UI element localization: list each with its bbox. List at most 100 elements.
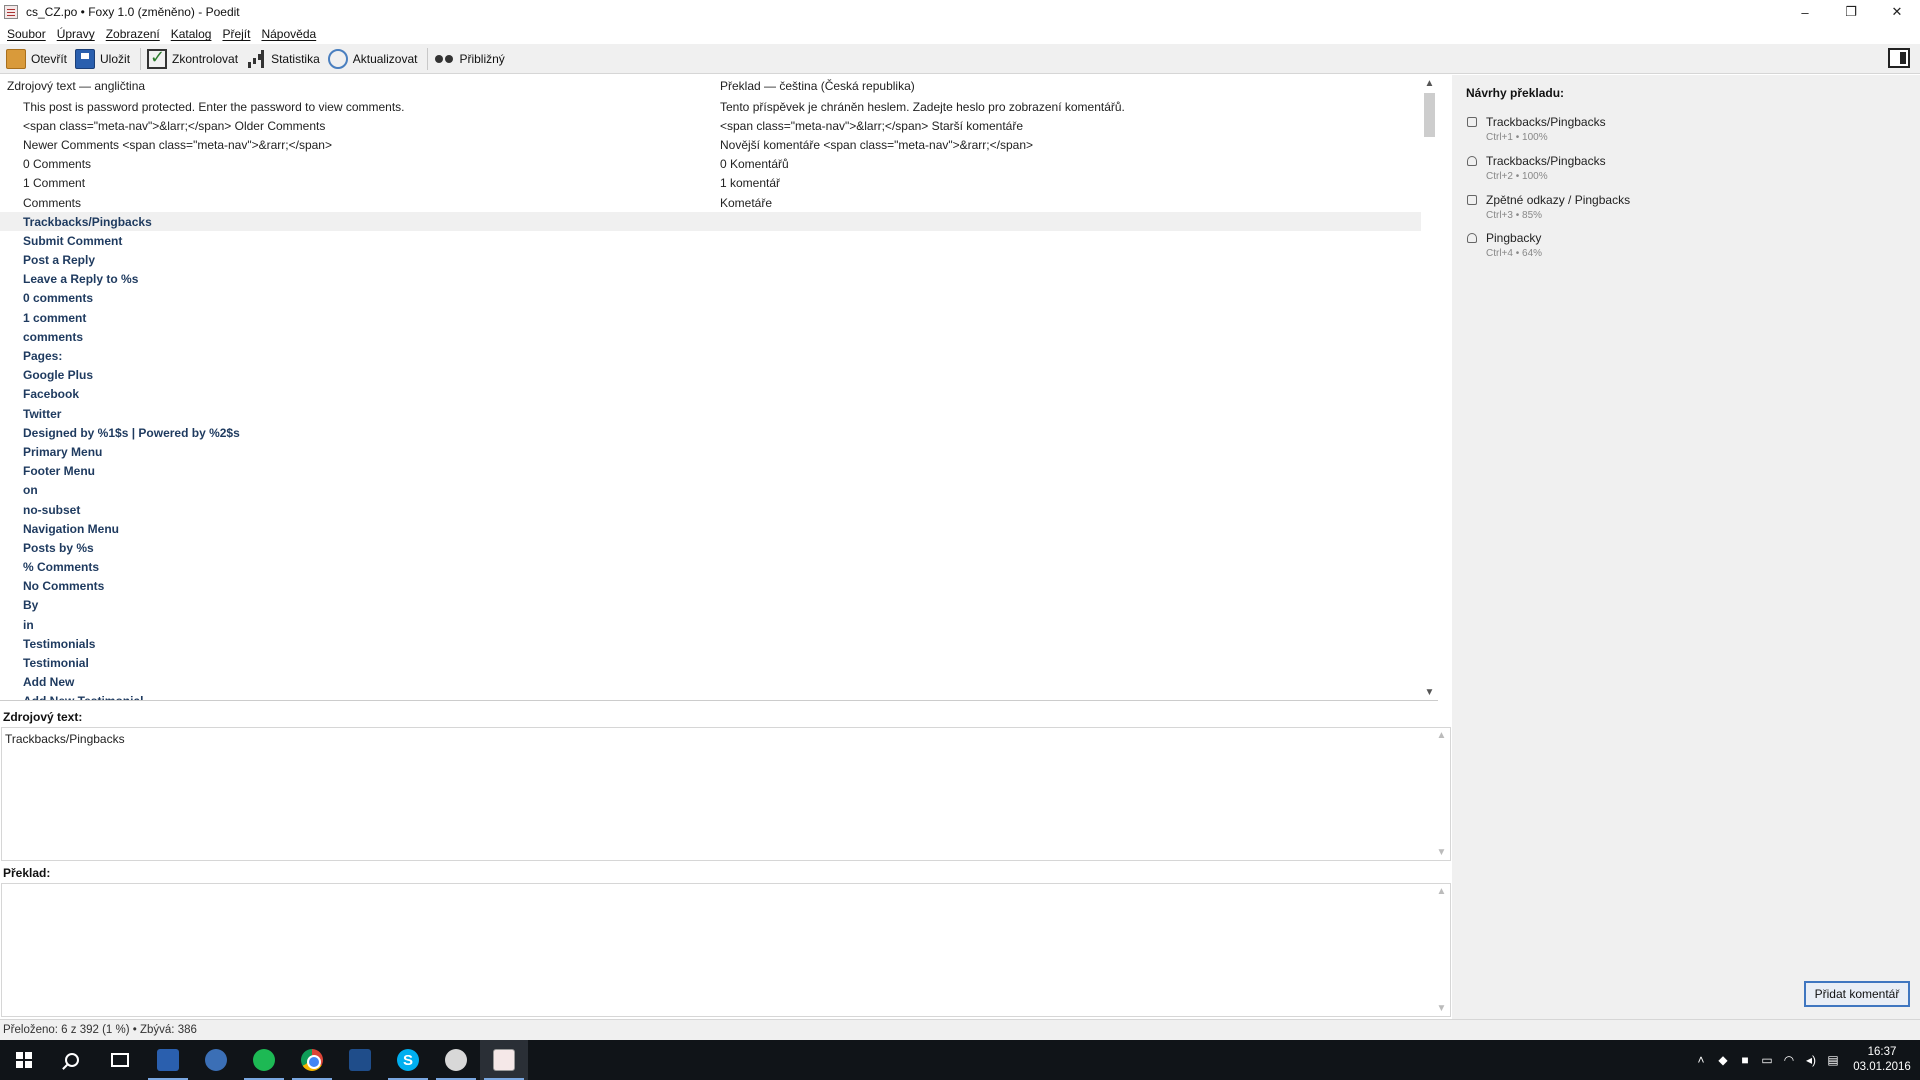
table-row[interactable]: Newer Comments <span class="meta-nav">&r… (0, 135, 1428, 154)
list-rows: This post is password protected. Enter t… (0, 97, 1438, 700)
taskbar-app-poedit[interactable] (480, 1040, 528, 1080)
table-row[interactable]: on (0, 481, 1428, 500)
table-row[interactable]: no-subset (0, 500, 1428, 519)
suggestion-meta: Ctrl+4 • 64% (1486, 248, 1543, 259)
tray-notifications-icon[interactable]: ▤ (1822, 1040, 1844, 1080)
taskbar-app-spotify[interactable] (240, 1040, 288, 1080)
table-row[interactable]: Twitter (0, 404, 1428, 423)
source-cell: % Comments (23, 560, 100, 575)
list-scrollbar[interactable]: ▲ ▼ (1421, 75, 1438, 700)
search-button[interactable] (48, 1040, 96, 1080)
source-cell: Primary Menu (23, 444, 103, 459)
restore-button[interactable]: ❐ (1828, 0, 1874, 24)
table-row[interactable]: 0 Comments 0 Komentářů (0, 155, 1428, 174)
translation-input[interactable]: ▲ ▼ (1, 883, 1451, 1017)
taskbar-app-chrome[interactable] (288, 1040, 336, 1080)
table-row[interactable]: Navigation Menu (0, 519, 1428, 538)
bar-chart-icon (246, 49, 266, 69)
suggestion-meta: Ctrl+2 • 100% (1486, 171, 1548, 182)
scroll-up-icon[interactable]: ▲ (1433, 886, 1450, 897)
table-row[interactable]: Add New (0, 673, 1428, 692)
table-row[interactable]: Facebook (0, 385, 1428, 404)
translation-list[interactable]: Zdrojový text — angličtina Překlad — češ… (0, 75, 1438, 701)
menu-view[interactable]: Zobrazení (106, 27, 160, 41)
window-controls: – ❐ ✕ (1782, 0, 1920, 24)
open-label: Otevřít (31, 51, 68, 66)
close-button[interactable]: ✕ (1874, 0, 1920, 24)
source-scrollbar[interactable]: ▲ ▼ (1433, 728, 1450, 860)
taskbar-app-skype[interactable]: S (384, 1040, 432, 1080)
table-row[interactable]: Testimonials (0, 634, 1428, 653)
statistics-button[interactable]: Statistika (244, 46, 326, 72)
source-cell: Designed by %1$s | Powered by %2$s (23, 425, 240, 440)
tray-wifi-icon[interactable]: ◠ (1778, 1040, 1800, 1080)
add-comment-button[interactable]: Přidat komentář (1804, 981, 1910, 1007)
fuzzy-toggle-button[interactable]: Přibližný (432, 46, 510, 72)
taskbar-app-other[interactable] (432, 1040, 480, 1080)
tray-volume-icon[interactable]: ◂) (1800, 1040, 1822, 1080)
menu-catalog[interactable]: Katalog (171, 27, 212, 41)
toolbar-separator (140, 47, 142, 70)
clock-date: 03.01.2016 (1853, 1061, 1911, 1073)
source-cell: Leave a Reply to %s (23, 272, 139, 287)
scroll-up-icon[interactable]: ▲ (1421, 75, 1438, 92)
table-row[interactable]: 1 comment (0, 308, 1428, 327)
table-row[interactable]: Leave a Reply to %s (0, 270, 1428, 289)
table-row[interactable]: Add New Testimonial (0, 692, 1428, 700)
table-row[interactable]: <span class="meta-nav">&larr;</span> Old… (0, 116, 1428, 135)
table-row[interactable]: This post is password protected. Enter t… (0, 97, 1428, 116)
source-column-header[interactable]: Zdrojový text — angličtina (0, 79, 720, 93)
table-row[interactable]: By (0, 596, 1428, 615)
translation-scrollbar[interactable]: ▲ ▼ (1433, 884, 1450, 1016)
start-button[interactable] (0, 1040, 48, 1080)
save-icon (75, 48, 96, 69)
tray-app-icon[interactable]: ■ (1734, 1040, 1756, 1080)
table-row[interactable]: 1 Comment 1 komentář (0, 174, 1428, 193)
table-row[interactable]: Pages: (0, 346, 1428, 365)
table-row[interactable]: No Comments (0, 577, 1428, 596)
validate-button[interactable]: Zkontrolovat (145, 46, 244, 72)
table-row[interactable]: comments (0, 327, 1428, 346)
scroll-thumb[interactable] (1424, 93, 1435, 137)
update-button[interactable]: Aktualizovat (326, 46, 424, 72)
scroll-down-icon[interactable]: ▼ (1433, 847, 1450, 858)
taskbar-app-save[interactable] (144, 1040, 192, 1080)
menu-file[interactable]: Soubor (7, 27, 46, 41)
tray-battery-icon[interactable]: ▭ (1756, 1040, 1778, 1080)
scroll-down-icon[interactable]: ▼ (1433, 1003, 1450, 1014)
tray-dropbox-icon[interactable]: ◆ (1712, 1040, 1734, 1080)
table-row[interactable]: Posts by %s (0, 538, 1428, 557)
table-row[interactable]: Comments Kometáře (0, 193, 1428, 212)
scroll-down-icon[interactable]: ▼ (1421, 684, 1438, 700)
table-row[interactable]: Trackbacks/Pingbacks (0, 212, 1428, 232)
table-row[interactable]: Submit Comment (0, 231, 1428, 250)
source-cell: 1 Comment (23, 176, 86, 191)
table-row[interactable]: % Comments (0, 558, 1428, 577)
table-row[interactable]: Post a Reply (0, 251, 1428, 270)
fuzzy-label: Přibližný (459, 51, 505, 66)
task-view-button[interactable] (96, 1040, 144, 1080)
menu-go[interactable]: Přejít (222, 27, 250, 41)
clock[interactable]: 16:37 03.01.2016 (1844, 1045, 1920, 1075)
menu-edit[interactable]: Úpravy (57, 27, 95, 41)
open-button[interactable]: Otevřít (4, 46, 73, 72)
minimize-button[interactable]: – (1782, 0, 1828, 24)
taskbar-app-editor[interactable] (336, 1040, 384, 1080)
menu-help[interactable]: Nápověda (261, 27, 316, 41)
table-row[interactable]: Testimonial (0, 653, 1428, 672)
table-row[interactable]: Primary Menu (0, 442, 1428, 461)
table-row[interactable]: 0 comments (0, 289, 1428, 308)
taskbar-app-thunderbird[interactable] (192, 1040, 240, 1080)
translation-column-header[interactable]: Překlad — čeština (Česká republika) (720, 79, 915, 93)
table-row[interactable]: Designed by %1$s | Powered by %2$s (0, 423, 1428, 442)
sidebar-toggle-icon[interactable] (1888, 48, 1910, 68)
person-icon (1467, 156, 1477, 166)
table-row[interactable]: Google Plus (0, 366, 1428, 385)
table-row[interactable]: in (0, 615, 1428, 634)
source-cell: By (23, 598, 39, 613)
tray-chevron-up-icon[interactable]: ˄ (1690, 1040, 1712, 1080)
save-button[interactable]: Uložit (73, 46, 136, 72)
scroll-up-icon[interactable]: ▲ (1433, 730, 1450, 741)
translation-value[interactable] (2, 884, 1450, 892)
table-row[interactable]: Footer Menu (0, 462, 1428, 481)
